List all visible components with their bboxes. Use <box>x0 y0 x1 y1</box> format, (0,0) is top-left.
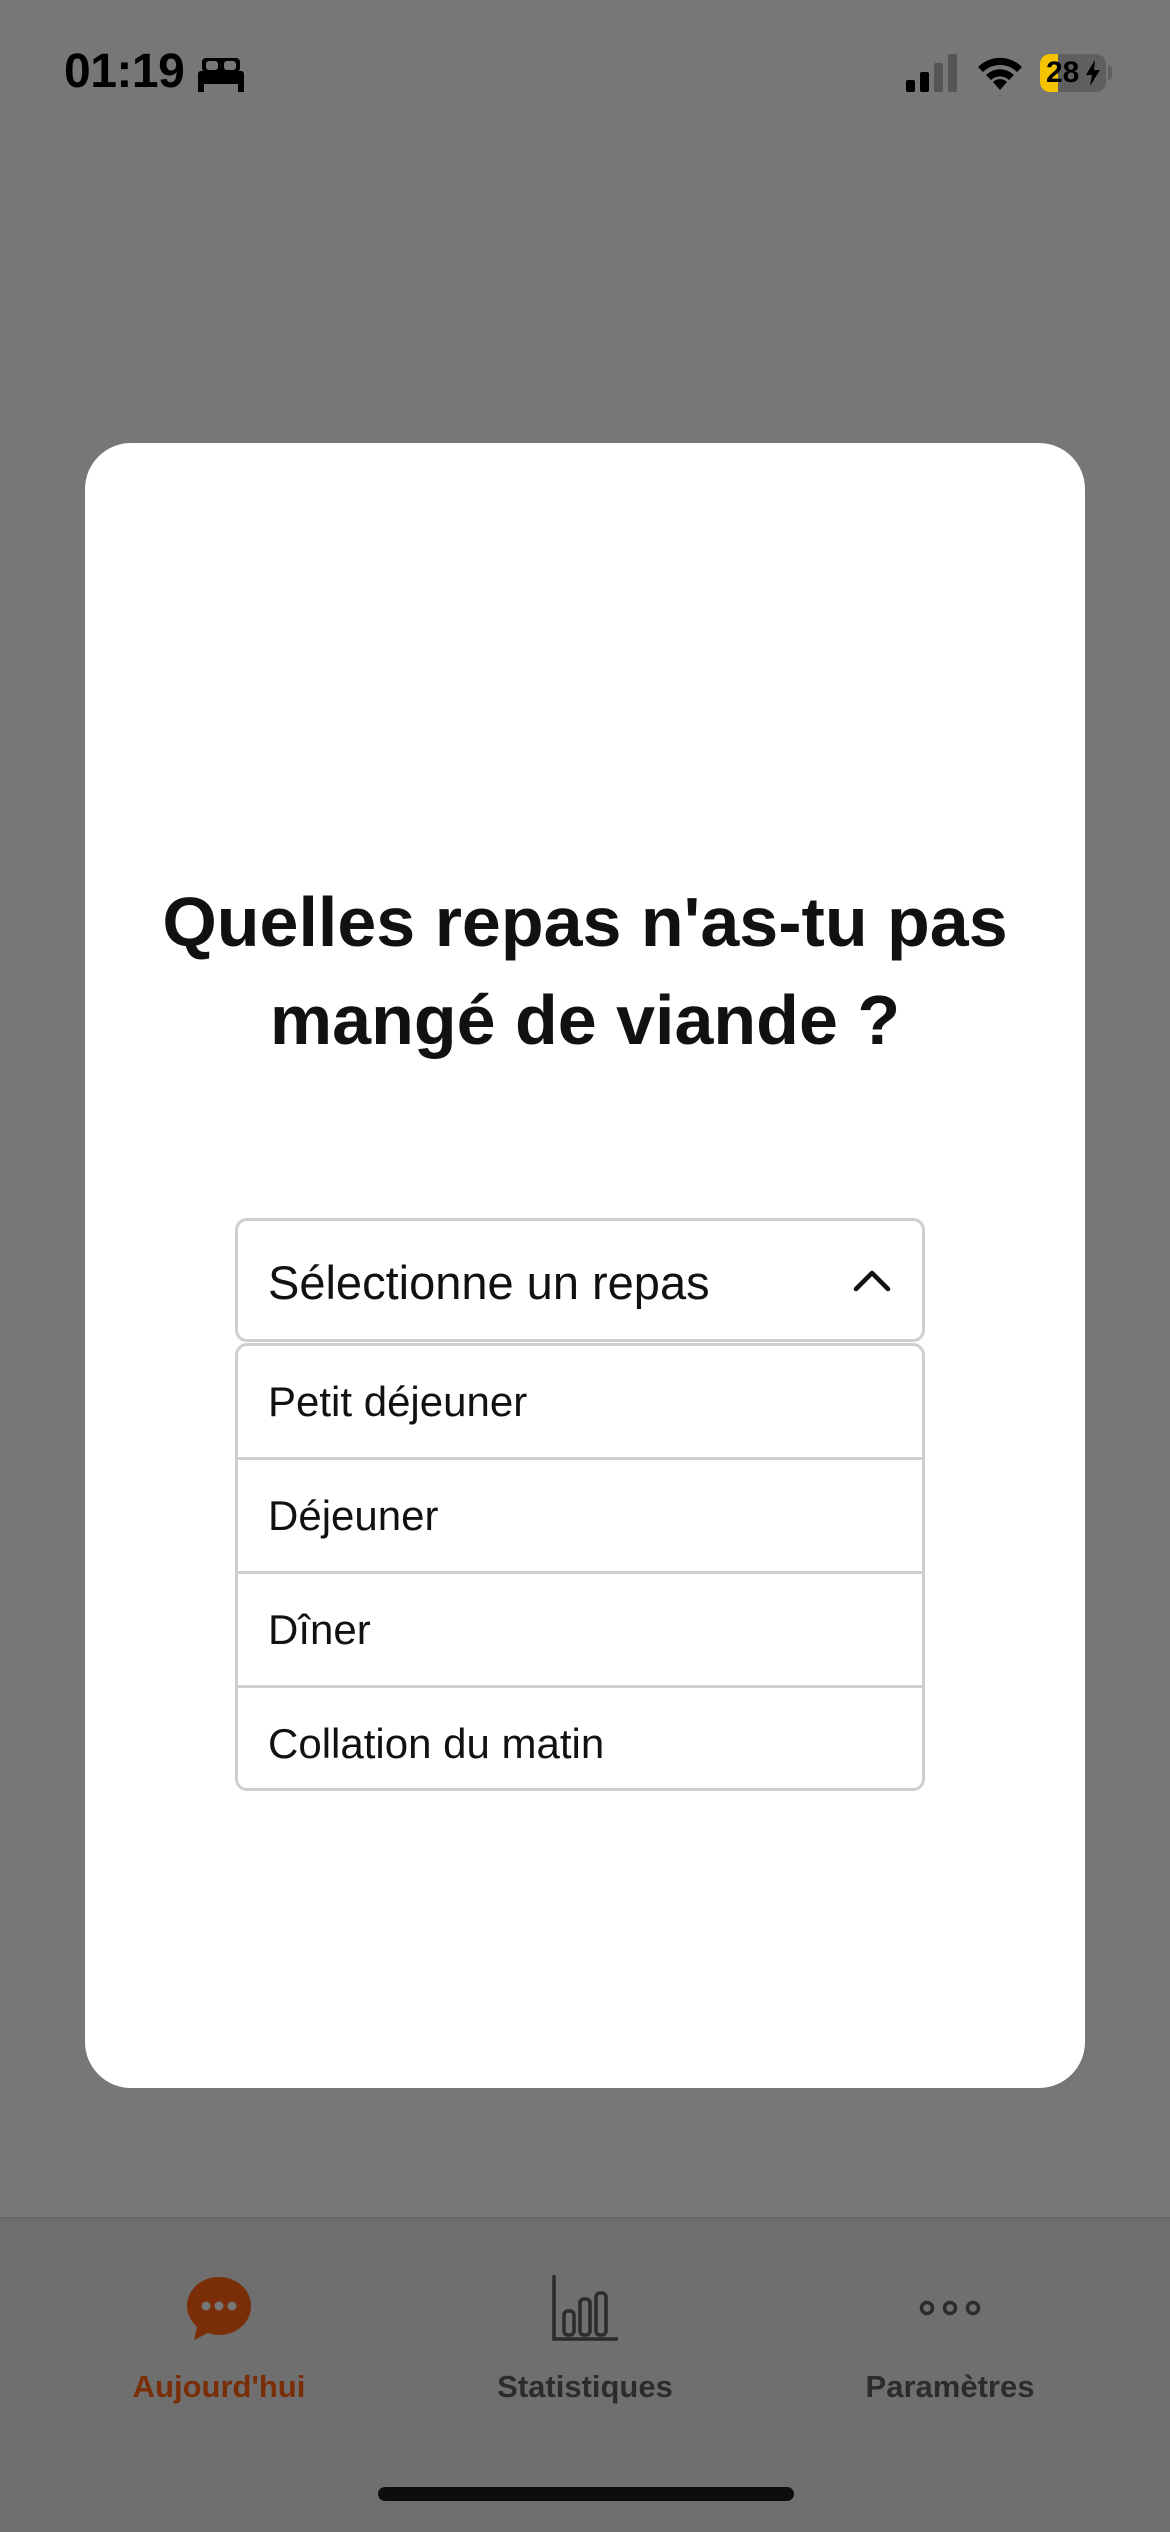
chevron-up-icon <box>853 1270 891 1292</box>
signal-icon <box>906 54 957 92</box>
status-time: 01:19 <box>64 45 185 98</box>
tab-parametres[interactable]: Paramètres <box>800 2219 1100 2459</box>
bed-icon <box>198 58 244 92</box>
tab-label: Paramètres <box>865 2369 1035 2404</box>
chat-bubble-icon <box>187 2277 251 2340</box>
meal-selection-modal: Quelles repas n'as-tu pas mangé de viand… <box>85 443 1085 2088</box>
option-diner[interactable]: Dîner <box>238 1574 922 1688</box>
battery-charging-icon: 28 <box>1040 54 1112 92</box>
tab-statistiques[interactable]: Statistiques <box>435 2219 735 2459</box>
option-collation-du-matin[interactable]: Collation du matin <box>238 1688 922 1788</box>
meal-select-dropdown[interactable]: Sélectionne un repas <box>235 1218 925 1342</box>
tab-label: Statistiques <box>497 2369 673 2404</box>
battery-percent: 28 <box>1046 56 1080 89</box>
option-label: Collation du matin <box>268 1720 605 1767</box>
modal-title: Quelles repas n'as-tu pas mangé de viand… <box>162 883 1008 1059</box>
tab-bar: Aujourd'hui Statistiques Paramètres <box>0 2217 1170 2532</box>
option-label: Petit déjeuner <box>268 1378 528 1425</box>
more-dots-icon <box>919 2300 981 2316</box>
tab-aujourdhui[interactable]: Aujourd'hui <box>69 2219 369 2459</box>
tab-label: Aujourd'hui <box>132 2369 306 2404</box>
option-dejeuner[interactable]: Déjeuner <box>238 1460 922 1574</box>
option-label: Dîner <box>268 1606 371 1653</box>
select-placeholder: Sélectionne un repas <box>268 1256 710 1309</box>
meal-options-list: Petit déjeuner Déjeuner Dîner Collation … <box>235 1343 925 1791</box>
option-petit-dejeuner[interactable]: Petit déjeuner <box>238 1346 922 1460</box>
home-indicator[interactable] <box>378 2487 794 2501</box>
bar-chart-icon <box>552 2275 618 2341</box>
wifi-icon <box>978 57 1022 90</box>
status-bar: 01:19 28 <box>0 0 1170 150</box>
option-label: Déjeuner <box>268 1492 439 1539</box>
